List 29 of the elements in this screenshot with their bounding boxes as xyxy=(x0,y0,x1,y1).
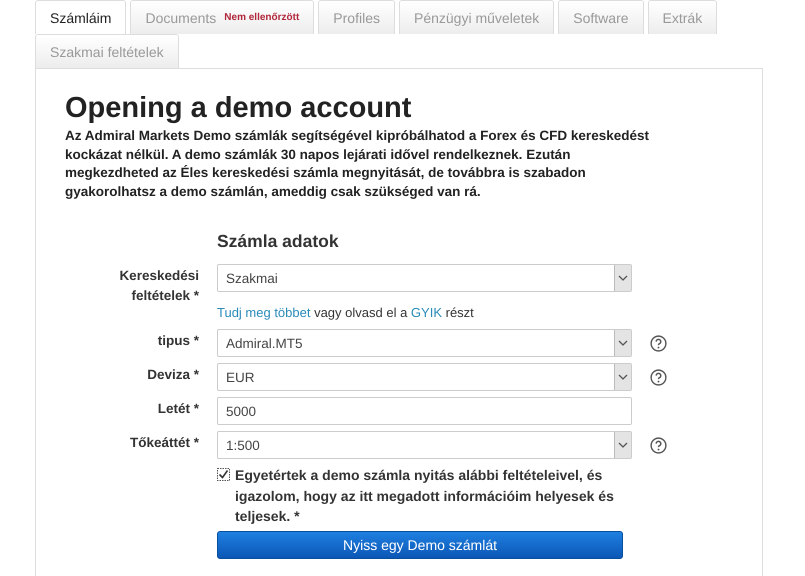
link[interactable]: GYIK xyxy=(410,305,442,320)
caret-icon[interactable] xyxy=(614,432,631,458)
caret-icon[interactable] xyxy=(614,265,631,291)
tab[interactable]: Számláim xyxy=(35,0,126,34)
status-label: Nem ellenőrzött xyxy=(224,12,300,23)
checkbox[interactable] xyxy=(217,468,230,481)
field-label: Kereskedési feltételek * xyxy=(118,267,199,305)
link[interactable]: Tudj meg többet xyxy=(217,305,310,320)
dropdown[interactable]: Admiral.MT5 xyxy=(217,329,632,357)
dropdown[interactable]: 1:500 xyxy=(217,431,632,459)
page-heading: Opening a demo account xyxy=(65,91,412,125)
help-icon[interactable] xyxy=(650,369,667,386)
dropdown[interactable]: EUR xyxy=(217,363,632,391)
field-label: tipus * xyxy=(156,332,199,350)
agreement-text: Egyetértek a demo számla nyitás alábbi feltételeivel, és igazolom, hogy az itt megadott információim helyesek és teljesek. * xyxy=(235,466,615,526)
field-label: Tőkeáttét * xyxy=(128,434,199,452)
caret-icon[interactable] xyxy=(614,330,631,356)
help-icon[interactable] xyxy=(650,437,667,454)
field-label: Deviza * xyxy=(146,366,199,384)
info-text: Tudj meg többet vagy olvasd el a GYIK részt xyxy=(217,305,475,320)
input-field[interactable]: 5000 xyxy=(217,397,632,425)
dropdown[interactable]: Szakmai xyxy=(217,264,632,292)
help-icon[interactable] xyxy=(650,335,667,352)
form-title: Számla adatok xyxy=(217,231,340,252)
submit-button[interactable]: Nyiss egy Demo számlát xyxy=(217,530,623,558)
caret-icon[interactable] xyxy=(614,364,631,390)
field-label: Letét * xyxy=(156,400,199,418)
intro-text: Az Admiral Markets Demo számlák segítségével kipróbálhatod a Forex és CFD kereskedést kockázat nélkül. A demo számlák 30 napos lejárati idővel rendelkeznek. Ezután megkezdheted az Éles kereskedési számla megnyitását, de továbbra is szabadon gyakorolhatsz a demo számlán, ameddig csak szükséged van rá. xyxy=(65,127,650,201)
tab[interactable]: Documents Nem ellenőrzött xyxy=(130,0,314,34)
